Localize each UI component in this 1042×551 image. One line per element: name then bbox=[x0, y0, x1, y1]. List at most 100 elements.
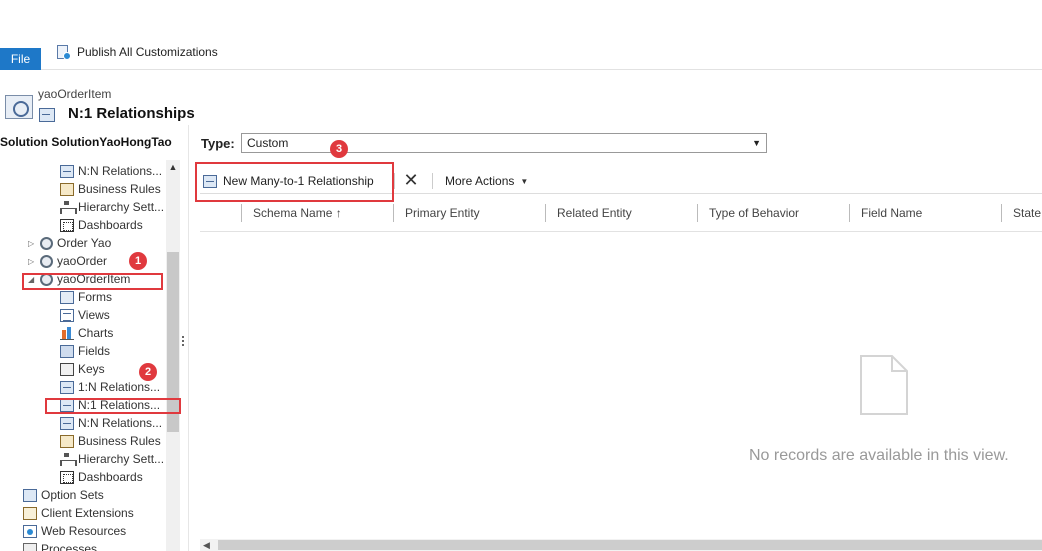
entity-name: yaoOrderItem bbox=[38, 87, 112, 101]
relationship-icon bbox=[39, 108, 55, 122]
nav-item-label: Dashboards bbox=[78, 218, 143, 232]
forms-icon bbox=[60, 290, 74, 304]
column-divider[interactable] bbox=[241, 204, 242, 222]
nav-item-label: Hierarchy Sett... bbox=[78, 200, 165, 214]
empty-grid-message: No records are available in this view. bbox=[749, 447, 1009, 464]
toolbar-divider bbox=[432, 173, 433, 189]
step-badge-1: 1 bbox=[129, 252, 147, 270]
type-select-value: Custom bbox=[247, 136, 289, 150]
keys-icon bbox=[60, 362, 74, 376]
nav-item-label: Dashboards bbox=[78, 470, 143, 484]
nav-item-label: Option Sets bbox=[41, 488, 104, 502]
nav-item-business-rules[interactable]: Business Rules bbox=[60, 432, 161, 450]
chevron-down-icon: ▼ bbox=[520, 176, 529, 186]
column-divider[interactable] bbox=[1001, 204, 1002, 222]
highlight-box-n1-relationships bbox=[45, 398, 181, 414]
page-title: N:1 Relationships bbox=[68, 105, 195, 122]
scroll-left-icon[interactable]: ◀ bbox=[203, 540, 210, 551]
column-header-type-of-behavior[interactable]: Type of Behavior bbox=[709, 206, 799, 220]
scroll-up-icon[interactable]: ▲ bbox=[166, 162, 180, 174]
file-tab[interactable]: File bbox=[0, 48, 41, 70]
relationship-icon bbox=[60, 380, 74, 394]
column-header-schema-name[interactable]: Schema Name ↑ bbox=[253, 206, 342, 220]
hierarchy-icon bbox=[60, 200, 77, 214]
nav-item-business-rules[interactable]: Business Rules bbox=[60, 180, 161, 198]
entity-icon bbox=[40, 254, 53, 268]
dashboard-icon bbox=[60, 218, 74, 232]
nav-item-label: Processes bbox=[41, 542, 98, 551]
nav-item-label: Charts bbox=[78, 326, 114, 340]
business-rules-icon bbox=[60, 182, 74, 196]
nav-item-web-resources[interactable]: Web Resources bbox=[23, 522, 126, 540]
column-header-state[interactable]: State bbox=[1013, 206, 1041, 220]
column-divider[interactable] bbox=[697, 204, 698, 222]
column-divider[interactable] bbox=[393, 204, 394, 222]
expand-icon[interactable]: ▷ bbox=[28, 257, 36, 266]
nav-item-label: N:N Relations... bbox=[78, 416, 163, 430]
nav-item-hierarchy-settings[interactable]: Hierarchy Sett... bbox=[60, 450, 164, 468]
solution-nav-tree: N:N Relations... Business Rules Hierarch… bbox=[0, 155, 183, 551]
option-sets-icon bbox=[23, 488, 37, 502]
nav-scrollbar[interactable]: ▲ bbox=[166, 160, 180, 551]
nav-item-label: Business Rules bbox=[78, 182, 161, 196]
nav-item-option-sets[interactable]: Option Sets bbox=[23, 486, 104, 504]
client-extensions-icon bbox=[23, 506, 37, 520]
views-icon bbox=[60, 308, 74, 322]
column-header-related-entity[interactable]: Related Entity bbox=[557, 206, 632, 220]
nav-item-dashboards[interactable]: Dashboards bbox=[60, 468, 143, 486]
business-rules-icon bbox=[60, 434, 74, 448]
delete-icon[interactable]: ✕ bbox=[403, 171, 419, 189]
nav-item-charts[interactable]: Charts bbox=[60, 324, 113, 342]
nav-item-label: Hierarchy Sett... bbox=[78, 452, 165, 466]
nav-item-label: Views bbox=[78, 308, 110, 322]
column-header-field-name[interactable]: Field Name bbox=[861, 206, 922, 220]
more-actions-label: More Actions bbox=[445, 174, 515, 188]
hierarchy-icon bbox=[60, 452, 77, 466]
entity-icon bbox=[40, 236, 53, 250]
nav-item-label: yaoOrder bbox=[57, 254, 108, 268]
nav-item-label: Client Extensions bbox=[41, 506, 134, 520]
relationship-icon bbox=[60, 164, 74, 178]
grid-scroll-thumb[interactable] bbox=[218, 540, 1042, 550]
nav-item-label: Keys bbox=[78, 362, 105, 376]
pane-splitter[interactable] bbox=[181, 334, 185, 352]
publish-all-button[interactable]: Publish All Customizations bbox=[55, 42, 218, 62]
highlight-box-yaoorderitem bbox=[22, 273, 163, 290]
nav-item-label: Order Yao bbox=[57, 236, 112, 250]
toolbar-divider bbox=[394, 173, 395, 189]
web-resources-icon bbox=[23, 524, 37, 538]
fields-icon bbox=[60, 344, 74, 358]
nav-item-fields[interactable]: Fields bbox=[60, 342, 110, 360]
nav-item-client-extensions[interactable]: Client Extensions bbox=[23, 504, 134, 522]
nav-item-label: Web Resources bbox=[41, 524, 127, 538]
dashboard-icon bbox=[60, 470, 74, 484]
nav-item-hierarchy-settings[interactable]: Hierarchy Sett... bbox=[60, 198, 164, 216]
empty-document-icon bbox=[860, 355, 908, 415]
charts-icon bbox=[60, 326, 74, 340]
nav-item-processes[interactable]: Processes bbox=[23, 540, 97, 551]
nav-item-dashboards[interactable]: Dashboards bbox=[60, 216, 143, 234]
dropdown-arrow-icon: ▼ bbox=[752, 138, 761, 148]
column-header-primary-entity[interactable]: Primary Entity bbox=[405, 206, 480, 220]
nav-item-nn-relationships[interactable]: N:N Relations... bbox=[60, 162, 162, 180]
nav-item-yaoorder[interactable]: ▷ yaoOrder bbox=[28, 252, 107, 270]
expand-icon[interactable]: ▷ bbox=[28, 239, 36, 248]
nav-item-forms[interactable]: Forms bbox=[60, 288, 112, 306]
publish-icon bbox=[55, 44, 71, 60]
more-actions-button[interactable]: More Actions ▼ bbox=[445, 173, 528, 189]
step-badge-3: 3 bbox=[330, 140, 348, 158]
nav-item-views[interactable]: Views bbox=[60, 306, 110, 324]
nav-item-keys[interactable]: Keys bbox=[60, 360, 105, 378]
nav-item-nn-relationships[interactable]: N:N Relations... bbox=[60, 414, 162, 432]
column-divider[interactable] bbox=[849, 204, 850, 222]
nav-item-label: Forms bbox=[78, 290, 112, 304]
highlight-box-new-relationship bbox=[195, 162, 394, 202]
column-divider[interactable] bbox=[545, 204, 546, 222]
nav-item-label: N:N Relations... bbox=[78, 164, 163, 178]
solution-title: Solution SolutionYaoHongTao bbox=[0, 135, 172, 149]
nav-item-order-yao[interactable]: ▷ Order Yao bbox=[28, 234, 111, 252]
ribbon: File Publish All Customizations bbox=[0, 0, 1042, 70]
grid-horizontal-scrollbar[interactable]: ◀ bbox=[200, 539, 1042, 551]
type-select[interactable]: Custom ▼ bbox=[241, 133, 767, 153]
processes-icon bbox=[23, 542, 37, 551]
